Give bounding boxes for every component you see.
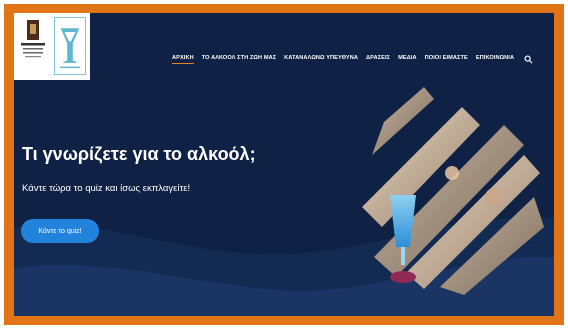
nav-item-who-we-are[interactable]: ΠΟΙΟΙ ΕΙΜΑΣΤΕ [425, 55, 468, 64]
take-quiz-button[interactable]: Κάντε το quiz! [21, 219, 99, 243]
nav-item-consume-responsibly[interactable]: ΚΑΤΑΝΑΛΩΝΩ ΥΠΕΥΘΥΝΑ [284, 55, 358, 64]
partner-logo[interactable] [54, 17, 86, 75]
nav-item-media[interactable]: ΜΕΔΙΑ [398, 55, 417, 64]
hero-title: Τι γνωρίζετε για το αλκοόλ; [22, 144, 256, 164]
website-viewport: ΑΡΧΙΚΗ ΤΟ ΑΛΚΟΟΛ ΣΤΗ ΖΩΗ ΜΑΣ ΚΑΤΑΝΑΛΩΝΩ … [14, 13, 554, 316]
brand-logo[interactable] [18, 18, 48, 75]
screenshot-frame: ΑΡΧΙΚΗ ΤΟ ΑΛΚΟΟΛ ΣΤΗ ΖΩΗ ΜΑΣ ΚΑΤΑΝΑΛΩΝΩ … [4, 4, 564, 325]
hero-subtitle: Κάντε τώρα το quiz και ίσως εκπλαγείτε! [22, 183, 191, 194]
main-navigation: ΑΡΧΙΚΗ ΤΟ ΑΛΚΟΟΛ ΣΤΗ ΖΩΗ ΜΑΣ ΚΑΤΑΝΑΛΩΝΩ … [172, 55, 533, 64]
hero-photo-collage [362, 87, 544, 295]
partner-logos[interactable] [14, 13, 90, 80]
nav-item-home[interactable]: ΑΡΧΙΚΗ [172, 55, 194, 64]
nav-item-alcohol-in-our-life[interactable]: ΤΟ ΑΛΚΟΟΛ ΣΤΗ ΖΩΗ ΜΑΣ [202, 55, 276, 64]
search-icon[interactable] [524, 55, 533, 64]
nav-item-contact[interactable]: ΕΠΙΚΟΙΝΩΝΙΑ [476, 55, 514, 64]
nav-item-actions[interactable]: ΔΡΑΣΕΙΣ [366, 55, 390, 64]
